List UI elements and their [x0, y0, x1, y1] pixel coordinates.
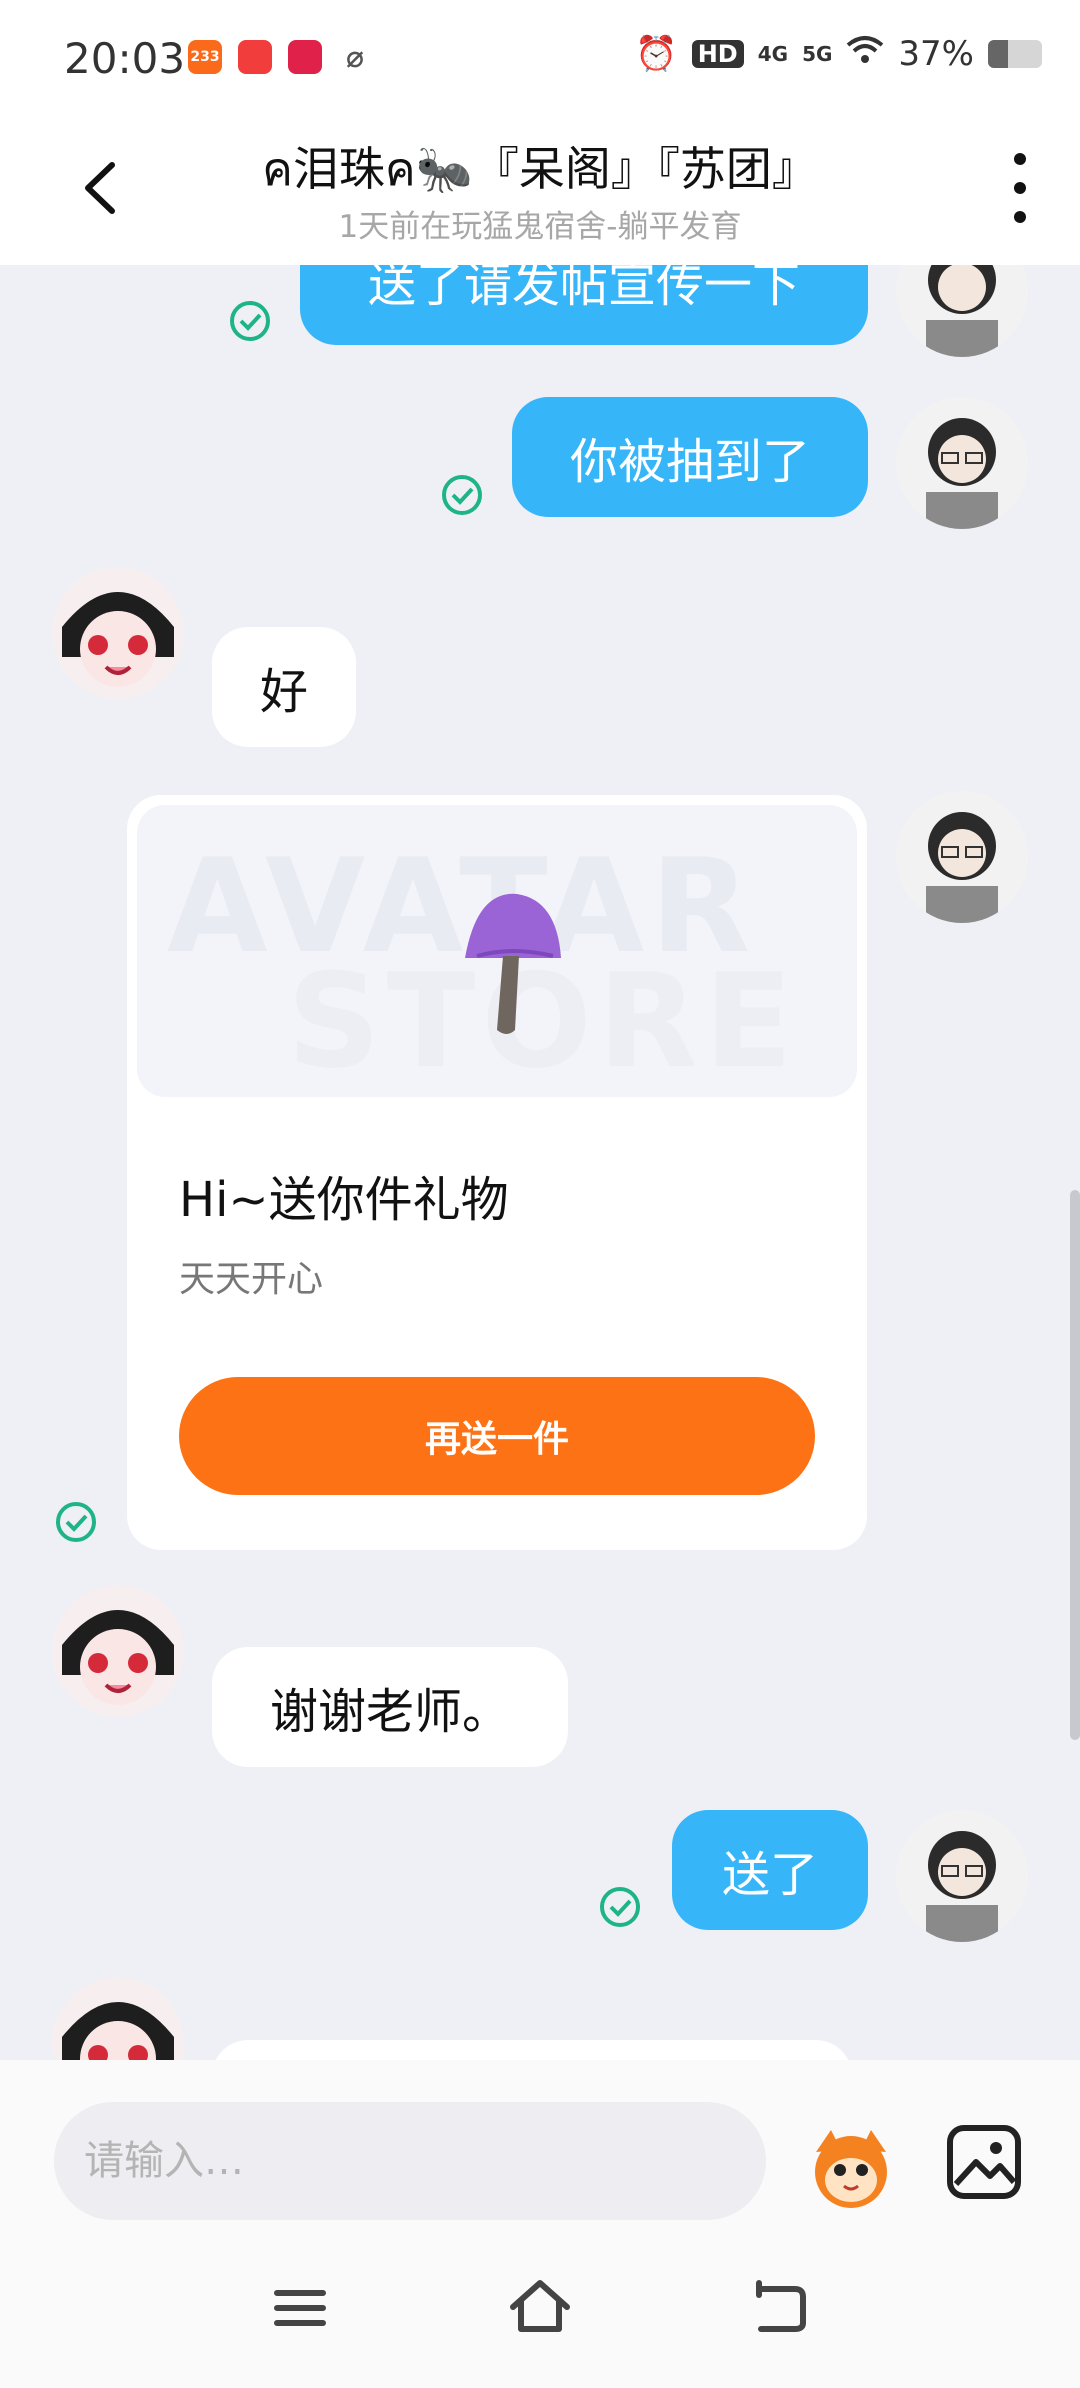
image-picker-button[interactable] [944, 2122, 1024, 2202]
message-text: 好 [259, 664, 308, 720]
music-app-icon [238, 40, 272, 74]
more-options-button[interactable] [1010, 153, 1030, 223]
my-avatar[interactable] [896, 1810, 1028, 1942]
contact-avatar[interactable] [52, 1585, 184, 1717]
contact-avatar[interactable] [52, 567, 184, 699]
message-text: 送了请发帖宣传一下 [367, 265, 800, 313]
chat-subtitle: 1天前在玩猛鬼宿舍-躺平发育 [338, 209, 742, 245]
image-icon [947, 2125, 1021, 2199]
emoji-button[interactable] [806, 2122, 896, 2212]
contact-avatar[interactable] [52, 1977, 184, 2060]
input-bar [0, 2060, 1080, 2225]
read-check-icon [56, 1502, 96, 1542]
my-avatar[interactable] [896, 791, 1028, 923]
gift-banner: AVATAR STORE [137, 805, 857, 1097]
signal-5g-icon: 5G [802, 42, 833, 66]
233-icon: 233 [188, 40, 222, 74]
mascot-emoji-icon [815, 2130, 887, 2208]
chat-header: ค泪珠ค🐜『呆阁』『苏团』 1天前在玩猛鬼宿舍-躺平发育 [0, 115, 1080, 265]
message-bubble-incoming[interactable]: 谢谢老师。 [212, 1647, 568, 1767]
battery-icon [988, 40, 1042, 68]
message-bubble-outgoing[interactable]: 送了 [672, 1810, 868, 1930]
home-icon [510, 2280, 570, 2332]
more-dot [1014, 153, 1026, 165]
hd-icon: HD [691, 40, 744, 68]
read-check-icon [442, 475, 482, 515]
system-nav-bar [0, 2225, 1080, 2388]
wifi-icon [846, 34, 884, 74]
my-avatar[interactable] [896, 397, 1028, 529]
message-text: 你被抽到了 [569, 434, 810, 490]
chat-title: ค泪珠ค🐜『呆阁』『苏团』 [262, 142, 818, 196]
status-bar: 20:03 233 ⌀ ⏰ HD 4G 5G 37% [0, 0, 1080, 115]
send-another-gift-button[interactable]: 再送一件 [179, 1377, 815, 1495]
message-bubble-outgoing[interactable]: 送了请发帖宣传一下 [300, 265, 868, 345]
chat-messages[interactable]: 送了请发帖宣传一下 你被抽到了 好 AVATAR STORE Hi~送你件礼物 … [0, 265, 1080, 2060]
link-app-icon: ⌀ [345, 39, 365, 75]
gift-card[interactable]: AVATAR STORE Hi~送你件礼物 天天开心 再送一件 [127, 795, 867, 1550]
menu-icon [274, 2290, 326, 2326]
chat-scrollbar[interactable] [1070, 1190, 1080, 1740]
gift-subtitle: 天天开心 [179, 1259, 324, 1300]
message-bubble-outgoing[interactable]: 你被抽到了 [512, 397, 868, 517]
message-text: 送了 [721, 1847, 818, 1903]
battery-percent: 37% [898, 34, 974, 74]
status-right: ⏰ HD 4G 5G 37% [635, 34, 1042, 74]
status-time: 20:03 [64, 34, 186, 83]
my-avatar[interactable] [896, 265, 1028, 357]
alarm-icon: ⏰ [635, 34, 678, 74]
more-dot [1014, 211, 1026, 223]
signal-4g-icon: 4G [757, 42, 789, 66]
menu-nav-button[interactable] [265, 2273, 335, 2343]
back-nav-button[interactable] [745, 2273, 815, 2343]
home-nav-button[interactable] [505, 2273, 575, 2343]
shopping-app-icon [288, 40, 322, 74]
mushroom-gift-icon [465, 893, 561, 1034]
gift-title: Hi~送你件礼物 [179, 1172, 509, 1228]
message-input[interactable] [54, 2102, 766, 2220]
message-bubble-incoming[interactable]: 好 [212, 627, 356, 747]
message-text: 谢谢老师。 [269, 1684, 510, 1740]
more-dot [1014, 182, 1026, 194]
read-check-icon [600, 1887, 640, 1927]
read-check-icon [230, 301, 270, 341]
back-nav-icon [756, 2280, 806, 2332]
message-bubble-incoming[interactable] [212, 2040, 852, 2060]
